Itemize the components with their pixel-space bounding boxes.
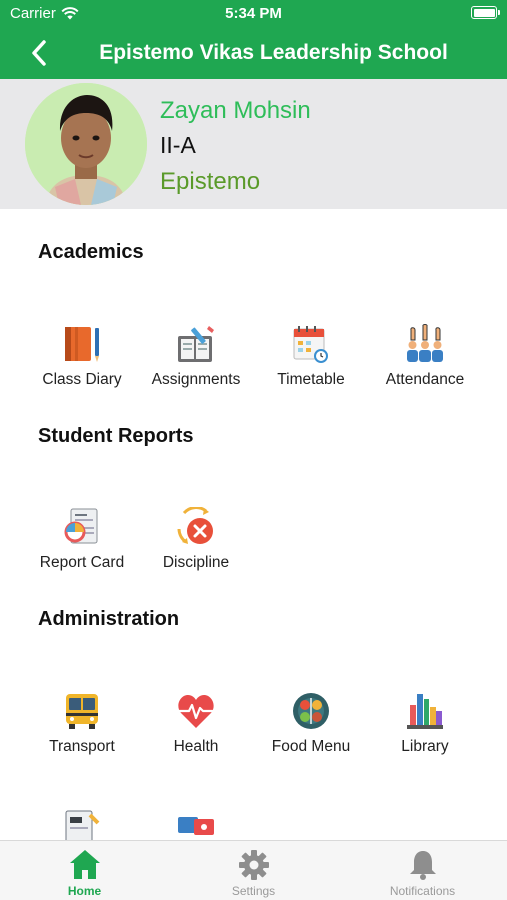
tile-label: Timetable [277, 371, 345, 388]
tile-label: Transport [49, 738, 115, 755]
status-bar: Carrier 5:34 PM [0, 0, 507, 28]
tile-report-card[interactable]: Report Card [25, 507, 139, 587]
tile-transport[interactable]: Transport [25, 691, 139, 771]
student-name: Zayan Mohsin [160, 97, 311, 124]
tile-partial-2[interactable] [139, 809, 253, 841]
tile-timetable[interactable]: Timetable [254, 324, 368, 404]
tab-settings[interactable]: Settings [169, 841, 338, 900]
student-photo [25, 83, 147, 205]
tile-attendance[interactable]: Attendance [368, 324, 482, 404]
assignments-icon [178, 326, 214, 362]
student-profile-header: Zayan Mohsin II-A Epistemo [0, 79, 507, 209]
tile-label: Class Diary [42, 371, 122, 388]
report-card-icon [64, 508, 98, 544]
tile-label: Discipline [162, 554, 230, 571]
calendar-clock-icon [293, 326, 328, 363]
heartbeat-icon [178, 695, 214, 728]
diary-icon [65, 327, 99, 362]
bus-icon [66, 694, 98, 729]
tab-label: Settings [231, 884, 276, 898]
tab-label: Notifications [389, 884, 456, 898]
page-title: Epistemo Vikas Leadership School [99, 41, 448, 64]
tab-label: Home [67, 884, 102, 898]
tile-class-diary[interactable]: Class Diary [25, 324, 139, 404]
student-class: II-A [160, 132, 196, 158]
section-title-student-reports: Student Reports [38, 425, 194, 447]
books-icon [407, 694, 443, 729]
tile-library[interactable]: Library [368, 691, 482, 771]
tile-health[interactable]: Health [139, 691, 253, 771]
exam-sheet-icon [65, 810, 100, 841]
section-title-administration: Administration [38, 608, 180, 630]
tab-bar: Home Settings Notifications [0, 840, 507, 900]
nav-bar: Epistemo Vikas Leadership School [0, 28, 507, 79]
tile-label: Library [401, 738, 449, 755]
battery-icon [471, 6, 500, 19]
tile-label: Health [173, 738, 219, 755]
tile-discipline[interactable]: Discipline [139, 507, 253, 587]
student-avatar [25, 83, 147, 205]
chevron-left-icon [32, 40, 46, 66]
tile-partial-1[interactable] [25, 809, 139, 841]
home-icon [70, 850, 100, 879]
raised-hands-icon [407, 324, 443, 362]
tile-label: Assignments [151, 371, 241, 388]
tile-label: Food Menu [271, 738, 351, 755]
feedback-icon [178, 817, 214, 835]
food-plate-icon [293, 693, 329, 729]
back-button[interactable] [24, 38, 54, 68]
tile-assignments[interactable]: Assignments [139, 324, 253, 404]
tile-label: Report Card [39, 554, 125, 571]
tab-notifications[interactable]: Notifications [338, 841, 507, 900]
bell-icon [410, 851, 436, 880]
student-school: Epistemo [160, 168, 261, 195]
dashboard-content[interactable]: Academics Class Diary Assignments Timeta… [0, 209, 507, 841]
gear-icon [239, 850, 269, 880]
clock: 5:34 PM [225, 5, 282, 22]
discipline-icon [177, 507, 213, 544]
tile-label: Attendance [385, 371, 465, 388]
tile-food-menu[interactable]: Food Menu [254, 691, 368, 771]
section-title-academics: Academics [38, 241, 144, 263]
tab-home[interactable]: Home [0, 841, 169, 900]
